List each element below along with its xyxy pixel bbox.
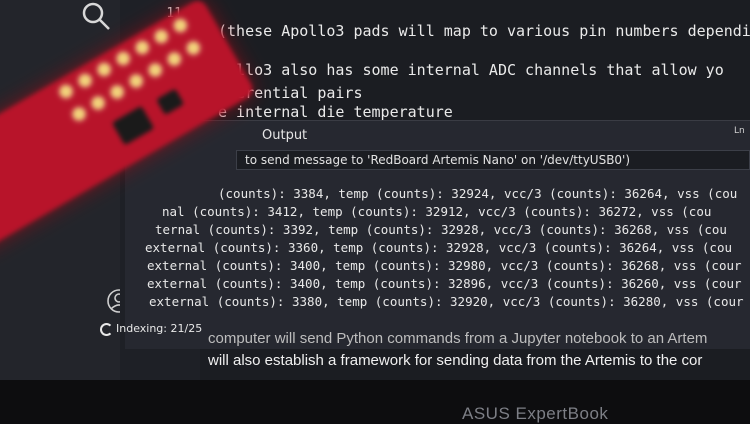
output-line: external (counts): 3400, temp (counts): … (147, 258, 742, 273)
status-bar-indexing[interactable]: Indexing: 21/25 (100, 322, 210, 346)
header-pin (76, 72, 94, 89)
output-line: ternal (counts): 3392, temp (counts): 32… (155, 222, 727, 237)
header-pin (70, 105, 88, 123)
output-panel-title[interactable]: Output (262, 128, 307, 143)
header-pin (185, 39, 202, 57)
board-chip (111, 105, 155, 146)
output-line: nal (counts): 3412, temp (counts): 32912… (162, 204, 712, 219)
header-pin (95, 61, 113, 78)
header-pin (166, 50, 183, 68)
panel-right-label: Ln (734, 126, 745, 136)
notebook-text-line: computer will send Python commands from … (208, 330, 708, 347)
editor-line[interactable]: pollo3 also has some internal ADC channe… (218, 61, 724, 79)
search-icon[interactable] (80, 0, 112, 32)
header-pin (172, 17, 189, 34)
header-pin (57, 83, 75, 100)
header-pin (134, 39, 151, 56)
sync-icon (100, 322, 113, 336)
output-line: external (counts): 3380, temp (counts): … (149, 294, 744, 309)
header-pin (127, 72, 145, 90)
header-pin (153, 28, 170, 45)
notebook-text-line: will also establish a framework for send… (208, 352, 703, 369)
editor-line[interactable]: e internal die temperature (218, 103, 453, 121)
laptop-brand-label: ASUS ExpertBook (462, 404, 609, 423)
output-line: external (counts): 3360, temp (counts): … (145, 240, 732, 255)
header-pin (147, 61, 164, 79)
output-line: (counts): 3384, temp (counts): 32924, vc… (218, 186, 738, 201)
output-line: external (counts): 3400, temp (counts): … (147, 276, 742, 291)
header-pin (89, 94, 107, 112)
board-chip (156, 88, 185, 116)
indexing-status: Indexing: 21/25 (116, 322, 203, 335)
serial-message-input[interactable]: to send message to 'RedBoard Artemis Nan… (236, 150, 750, 170)
header-pin (108, 83, 126, 101)
editor-line[interactable]: (these Apollo3 pads will map to various … (218, 22, 750, 40)
header-pin (114, 50, 132, 67)
